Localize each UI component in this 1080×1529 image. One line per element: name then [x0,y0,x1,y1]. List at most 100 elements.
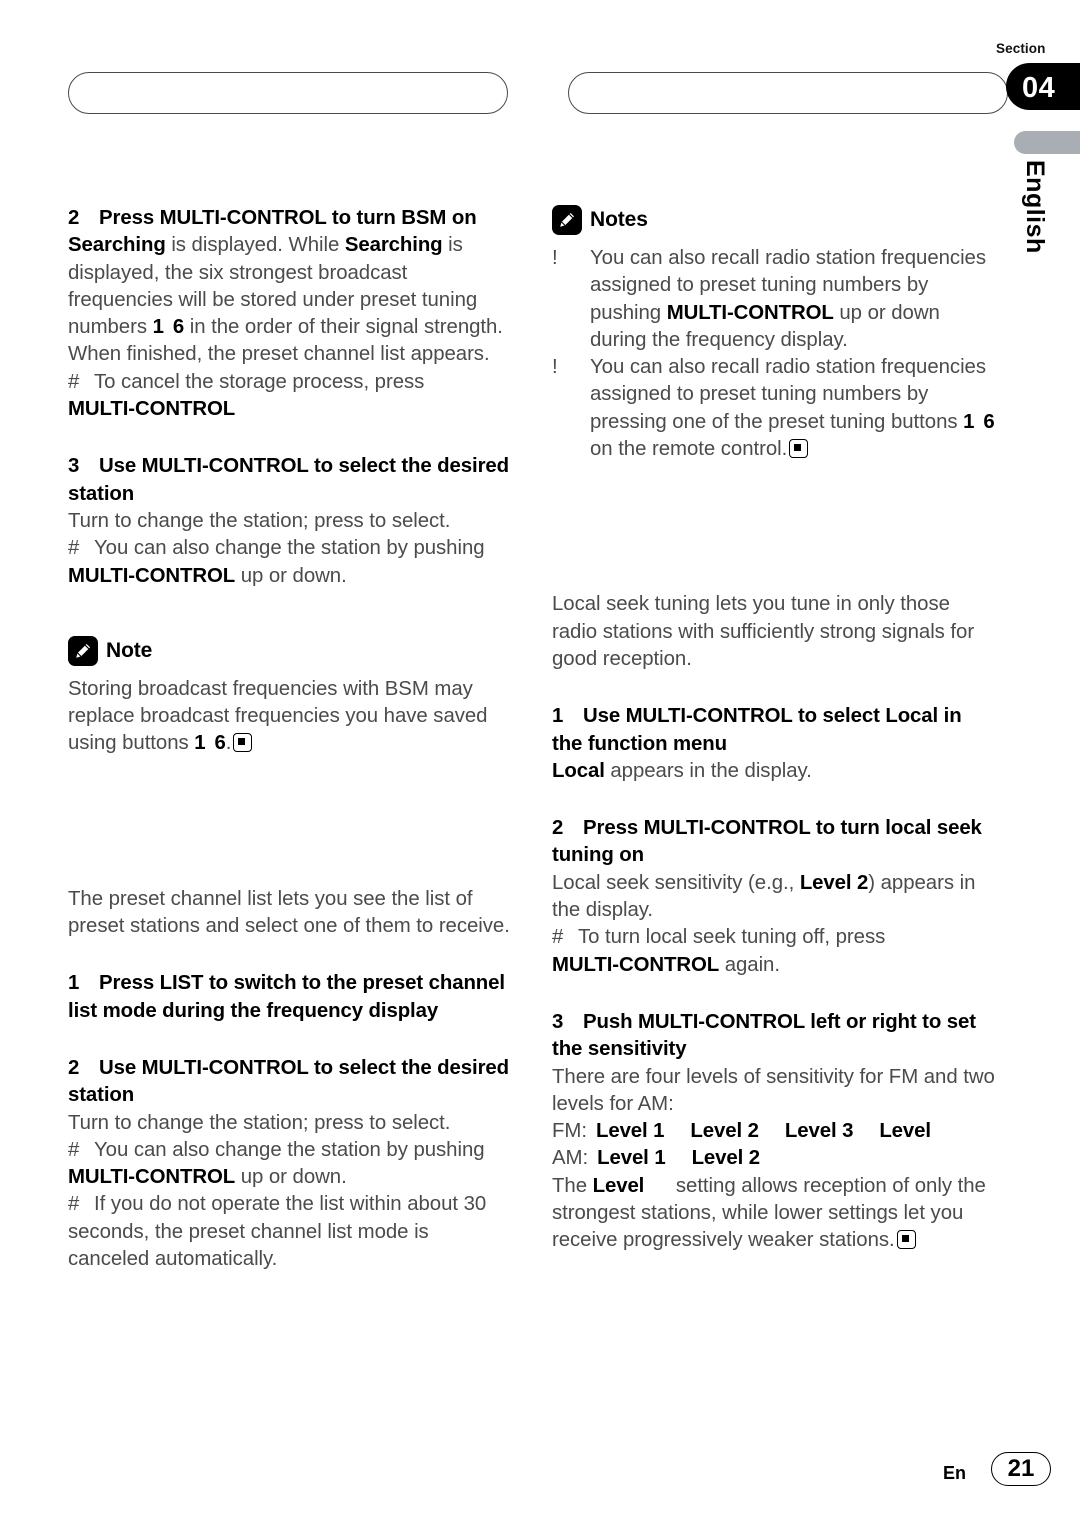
text-run: is displayed. While [165,234,345,257]
notes-block-header: Notes [552,205,995,235]
notes-item-2: ! You can also recall radio station frequ… [552,354,995,463]
left-column: 2 Press MULTI-CONTROL to turn BSM on Sear… [68,205,511,1273]
text-run: The [552,1174,593,1197]
note-body-bsm: Storing broadcast frequencies with BSM m… [68,676,511,758]
preset-number-1: 1 [194,732,206,755]
notes-item-1: ! You can also recall radio station frequ… [552,245,995,354]
fm-label: FM: [552,1120,587,1143]
text-run: . [225,732,232,755]
bang-bullet: ! [552,356,558,379]
section-number: 04 [1022,72,1056,104]
step-heading-text: Use MULTI-CONTROL to select the desired … [68,1056,510,1107]
section-number-tab: 04 [1006,63,1080,110]
header-title-box-left [68,72,508,114]
bang-bullet: ! [552,247,558,269]
preset-number-6: 6 [172,316,185,339]
hash-note-preset-change-station: # You can also change the station by push… [68,1137,511,1192]
fm-level-2: Level 2 [690,1120,759,1143]
term-local: Local [552,759,605,782]
step-body-local-1: Local appears in the display. [552,758,995,785]
step-heading-preset-1: 1 Press LIST to switch to the preset chan… [68,970,511,1025]
term-multi-control: MULTI-CONTROL [68,1166,236,1189]
fm-level-1: Level 1 [595,1120,665,1143]
text-run: up or down. [235,564,347,587]
text-run: You can also change the station by pushi… [94,537,485,560]
step-body-local-3: There are four levels of sensitivity for… [552,1065,995,1115]
am-level-2: Level 2 [691,1147,761,1170]
text-run: You can also recall radio station freque… [590,356,986,433]
text-run: up or down. [235,1166,347,1189]
step-body-local-2: Local seek sensitivity (e.g., Level 2) a… [552,870,995,925]
fm-level-3: Level 3 [784,1120,854,1143]
local-seek-closing: The Level setting allows reception of on… [552,1173,995,1255]
fm-level-row: FM: Level 1 Level 2 Level 3 Level [552,1118,995,1145]
step-heading-local-3: 3 Push MULTI-CONTROL left or right to set… [552,1009,995,1064]
step-heading-text: Press LIST to switch to the preset chann… [68,972,505,1022]
preset-number-6: 6 [214,732,226,755]
text-run: To cancel the storage process, press [94,370,425,393]
step-number: 2 [552,817,564,840]
hash-bullet: # [552,926,564,949]
preset-number-6: 6 [983,410,995,433]
term-searching-2: Searching [344,234,443,257]
text-run: Storing broadcast frequencies with BSM m… [68,677,488,755]
step-heading-local-1: 1 Use MULTI-CONTROL to select Local in th… [552,703,995,758]
step-body-bsm-3: Turn to change the station; press to sel… [68,509,451,532]
preset-list-intro: The preset channel list lets you see the… [68,887,510,938]
note-title: Note [106,639,153,663]
header-title-box-right [568,72,1008,114]
step-number: 2 [68,1056,80,1079]
step-heading-text: Use MULTI-CONTROL to select Local in the… [552,705,962,755]
am-level-1: Level 1 [597,1147,666,1170]
language-tab-bar [1014,131,1080,154]
term-multi-control: MULTI-CONTROL [666,301,834,324]
term-multi-control: MULTI-CONTROL [552,953,720,976]
term-level: Level [592,1174,645,1197]
end-of-section-marker [789,439,809,459]
step-heading-local-2: 2 Press MULTI-CONTROL to turn local seek … [552,815,995,870]
end-of-section-marker [233,733,253,753]
step-number: 3 [552,1010,564,1033]
preset-number-1: 1 [963,410,975,433]
step-number: 2 [68,207,80,229]
page-number: 21 [991,1452,1051,1486]
hash-note-cancel-storage: # To cancel the storage process, press MU… [68,369,511,424]
step-body-bsm-2: Searching is displayed. While Searching … [68,232,511,368]
hash-bullet: # [68,1193,80,1216]
step-heading-text: Press MULTI-CONTROL to turn BSM on [99,207,477,229]
step-heading-text: Push MULTI-CONTROL left or right to set … [552,1010,976,1061]
hash-note-preset-timeout: # If you do not operate the list within a… [68,1191,511,1273]
am-level-row: AM: Level 1 Level 2 [552,1145,995,1172]
pencil-icon [552,205,582,235]
step-heading-text: Press MULTI-CONTROL to turn local seek t… [552,817,982,867]
text-run: appears in the display. [604,759,812,782]
note-block-header: Note [68,635,511,666]
text-run: again. [719,953,780,976]
end-of-section-marker [896,1230,916,1250]
step-heading-bsm-3: 3 Use MULTI-CONTROL to select the desired… [68,453,511,508]
hash-note-change-station: # You can also change the station by push… [68,535,511,590]
right-column: Notes ! You can also recall radio station… [552,205,995,1255]
section-label: Section [996,41,1046,56]
hash-bullet: # [68,370,80,393]
pencil-icon [68,635,98,666]
text-run: on the remote control. [590,438,788,461]
hash-bullet: # [68,1138,80,1161]
step-number: 1 [552,705,564,728]
step-body-preset-2: Turn to change the station; press to sel… [68,1111,451,1134]
term-searching: Searching [68,234,166,257]
fm-level-4: Level [879,1120,931,1143]
am-label: AM: [552,1147,589,1170]
step-heading-text: Use MULTI-CONTROL to select the desired … [68,455,510,505]
text-run: You can also change the station by pushi… [94,1138,485,1161]
text-run: Local seek sensitivity (e.g., [552,871,800,894]
text-run: If you do not operate the list within ab… [68,1193,487,1271]
term-level-2: Level 2 [799,871,869,894]
step-number: 3 [68,455,80,478]
term-multi-control: MULTI-CONTROL [68,398,236,421]
footer-language-code: En [943,1463,967,1483]
step-number: 1 [68,972,80,995]
language-tab-label: English [1021,160,1049,254]
term-multi-control: MULTI-CONTROL [68,564,236,587]
preset-number-1: 1 [152,316,164,339]
